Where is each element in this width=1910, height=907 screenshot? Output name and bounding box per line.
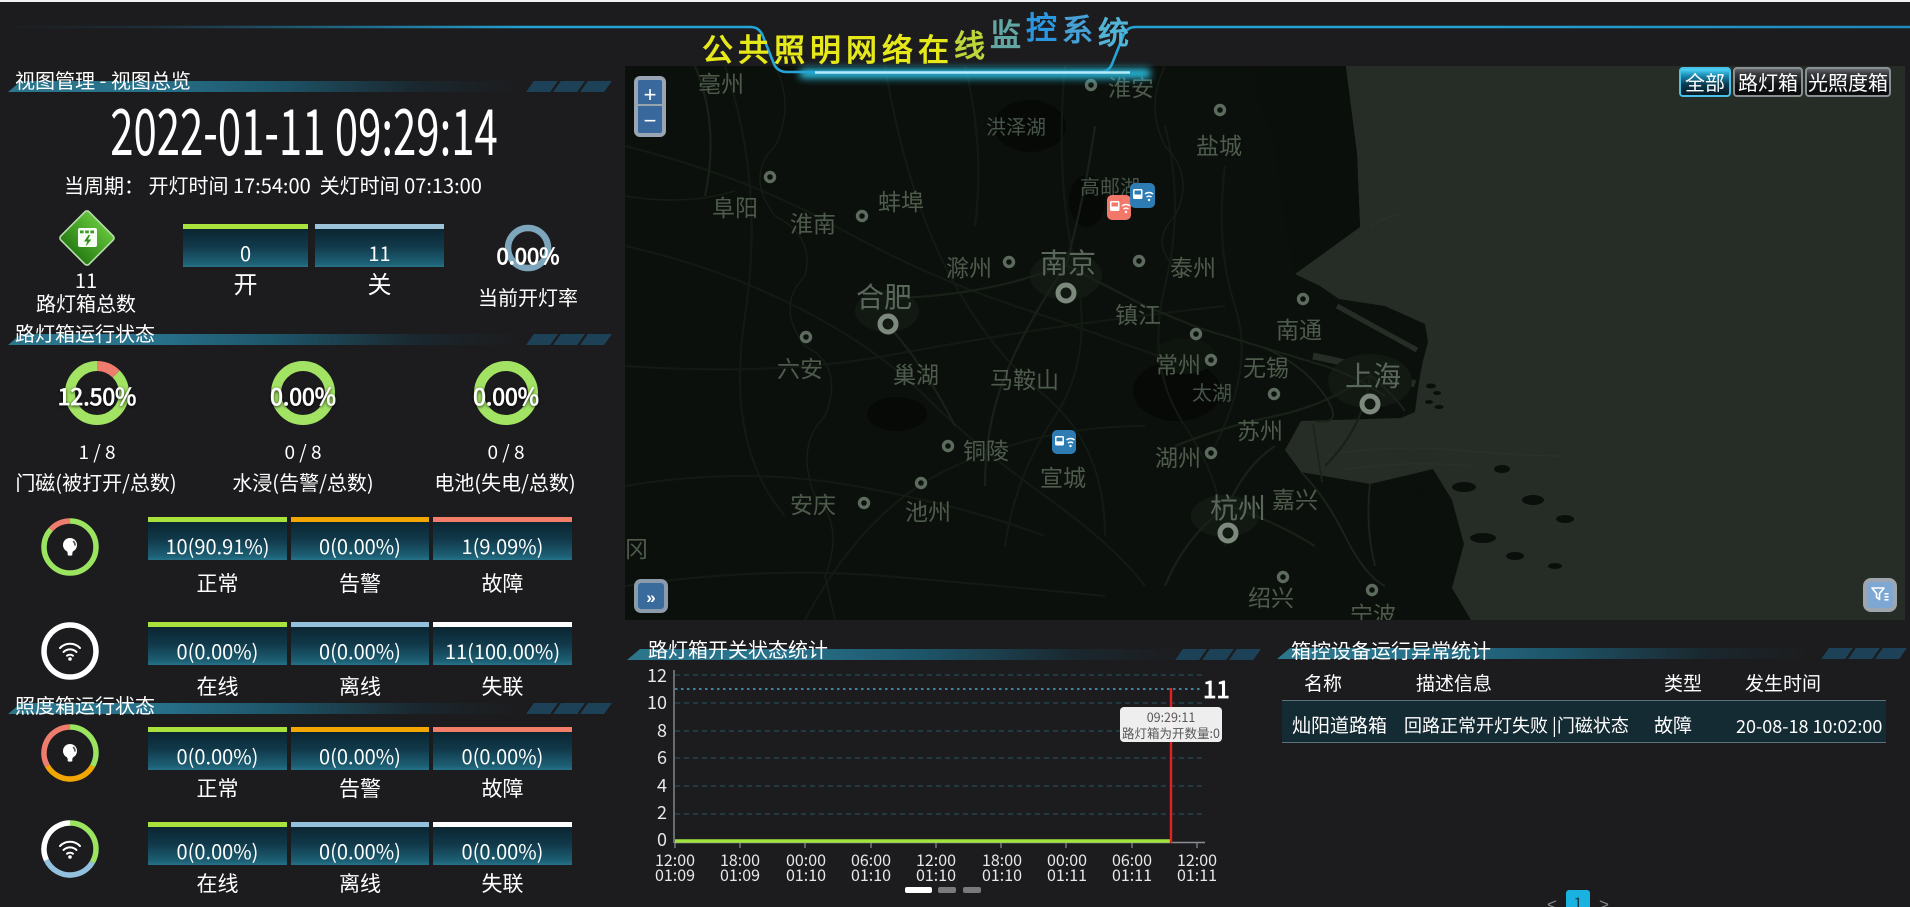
svg-text:镇江: 镇江 — [1115, 296, 1161, 330]
svg-text:蚌埠: 蚌埠 — [878, 183, 924, 217]
svg-text:苏州: 苏州 — [1237, 412, 1283, 446]
svg-text:淮南: 淮南 — [790, 205, 836, 239]
svg-text:绍兴: 绍兴 — [1248, 579, 1294, 613]
svg-text:铜陵: 铜陵 — [963, 432, 1009, 466]
svg-text:上海: 上海 — [1345, 355, 1401, 395]
svg-text:嘉兴: 嘉兴 — [1272, 481, 1318, 515]
svg-text:巢湖: 巢湖 — [893, 356, 939, 390]
svg-text:冈: 冈 — [625, 530, 648, 564]
svg-text:太湖: 太湖 — [1192, 377, 1232, 406]
svg-text:常州: 常州 — [1155, 346, 1201, 380]
svg-text:合肥: 合肥 — [856, 276, 912, 316]
svg-text:无锡: 无锡 — [1243, 349, 1289, 383]
svg-text:湖州: 湖州 — [1155, 439, 1201, 473]
svg-text:宁波: 宁波 — [1350, 596, 1396, 620]
svg-text:滁州: 滁州 — [946, 249, 992, 283]
svg-text:六安: 六安 — [777, 350, 823, 384]
svg-text:马鞍山: 马鞍山 — [990, 361, 1059, 395]
svg-text:阜阳: 阜阳 — [712, 189, 758, 223]
svg-text:盐城: 盐城 — [1196, 127, 1242, 161]
svg-text:洪泽湖: 洪泽湖 — [986, 111, 1046, 140]
svg-text:南通: 南通 — [1276, 311, 1322, 345]
svg-text:泰州: 泰州 — [1170, 249, 1216, 283]
svg-text:杭州: 杭州 — [1210, 487, 1266, 527]
svg-text:池州: 池州 — [905, 493, 951, 527]
svg-text:宣城: 宣城 — [1040, 459, 1086, 493]
svg-text:安庆: 安庆 — [790, 486, 836, 520]
svg-text:南京: 南京 — [1040, 242, 1096, 282]
